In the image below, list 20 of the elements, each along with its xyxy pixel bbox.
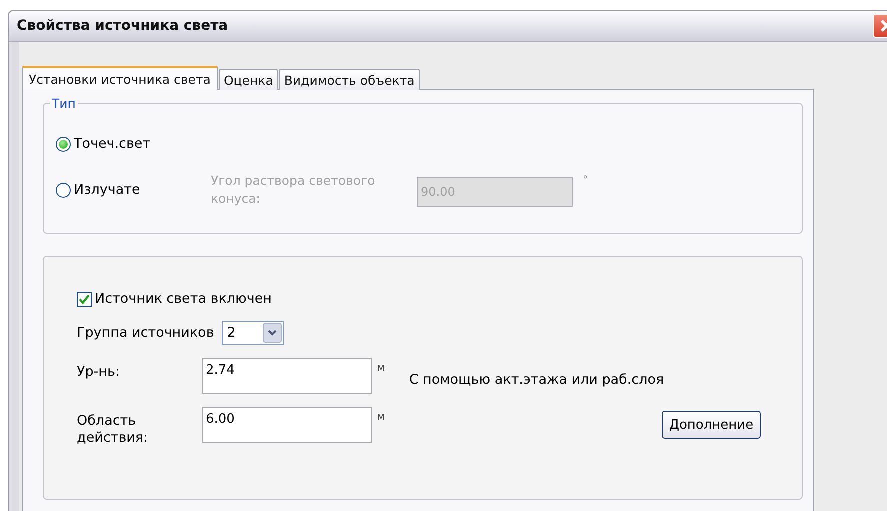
window-title: Свойства источника света xyxy=(16,18,228,34)
level-field[interactable]: 2.74 xyxy=(202,358,372,394)
field-label: Область действия: xyxy=(77,413,150,447)
level-note: С помощью акт.этажа или раб.слоя xyxy=(409,372,664,388)
tab[interactable]: Установки источника света xyxy=(22,66,218,90)
tab[interactable]: Видимость объекта xyxy=(279,69,420,90)
range-field[interactable]: 6.00 xyxy=(202,407,372,443)
cone-angle-label: Угол раствора светового конуса: xyxy=(211,172,376,208)
checkbox[interactable] xyxy=(77,292,92,306)
unit-label: м xyxy=(377,410,386,423)
unit-label: м xyxy=(377,361,386,374)
group-dropdown[interactable]: 2 xyxy=(222,321,284,345)
group-legend: Тип xyxy=(50,96,78,111)
field-label: Ур-нь: xyxy=(77,364,121,381)
degree-unit: ° xyxy=(583,175,588,186)
light-on-checkbox[interactable]: Источник света включен xyxy=(77,291,802,307)
check-icon xyxy=(78,292,91,306)
more-button[interactable]: Дополнение xyxy=(662,411,761,439)
field-label: Группа источников xyxy=(77,325,214,341)
tab[interactable]: Оценка xyxy=(218,69,278,90)
